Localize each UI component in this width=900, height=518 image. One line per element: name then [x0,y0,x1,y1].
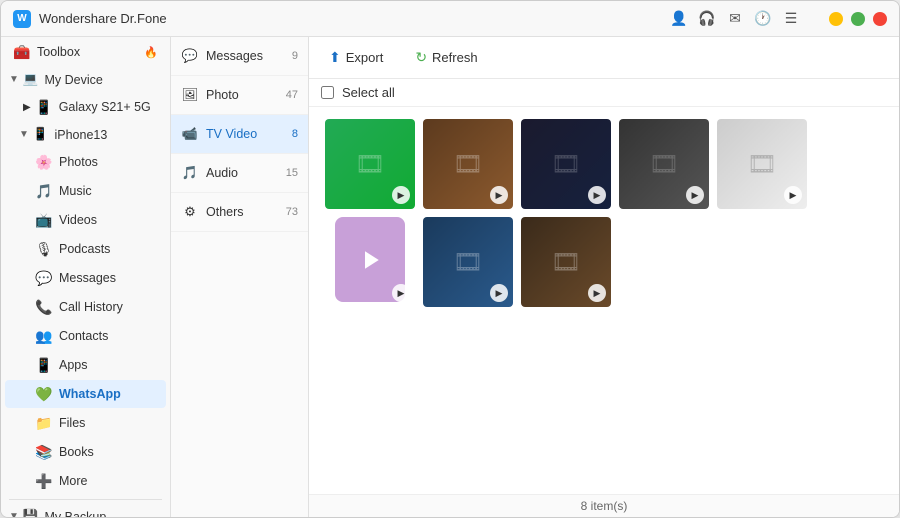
select-all-checkbox[interactable] [321,86,334,99]
iphone13-header[interactable]: ▼ 📱 iPhone13 [1,122,170,147]
video-thumb-5[interactable]: 🎞 ▶ [717,119,807,209]
toolbar: ⬆ Export ↻ Refresh [309,37,899,79]
galaxy-icon: 📱 [35,98,53,116]
play-btn-8[interactable]: ▶ [588,284,606,302]
sidebar-item-apps[interactable]: 📱 Apps [5,351,166,379]
video-thumb-4[interactable]: 🎞 ▶ [619,119,709,209]
history-icon[interactable]: 🕐 [753,9,773,29]
sidebar-item-music[interactable]: 🎵 Music [5,177,166,205]
middle-others-icon: ⚙ [181,203,199,221]
video-placeholder[interactable]: ▶ [325,217,415,307]
books-icon: 📚 [35,443,53,461]
toolbox-flame: 🔥 [144,46,158,59]
sidebar-item-more[interactable]: ➕ More [5,467,166,495]
play-btn-3[interactable]: ▶ [588,186,606,204]
app-logo: W [13,10,31,28]
right-panel: ⬆ Export ↻ Refresh Select all [309,37,899,517]
middle-tv-video-icon: 📹 [181,125,199,143]
sidebar-item-files[interactable]: 📁 Files [5,409,166,437]
play-btn-placeholder[interactable]: ▶ [392,284,410,302]
play-btn-5[interactable]: ▶ [784,186,802,204]
my-backup-arrow: ▼ [9,511,19,517]
profile-icon[interactable]: 👤 [669,9,689,29]
middle-panel: 💬 Messages 9 🖼 Photo 47 📹 TV Video 8 🎵 A… [171,37,309,517]
content-area: 🎞 ▶ 🎞 ▶ 🎞 ▶ [309,107,899,494]
my-device-arrow: ▼ [9,74,19,85]
middle-item-photo[interactable]: 🖼 Photo 47 [171,76,308,115]
iphone13-icon: 📱 [33,127,49,142]
maximize-button[interactable] [851,12,865,26]
menu-icon[interactable]: ☰ [781,9,801,29]
my-device-icon: 💻 [23,72,39,87]
middle-item-audio[interactable]: 🎵 Audio 15 [171,154,308,193]
headset-icon[interactable]: 🎧 [697,9,717,29]
video-thumb-7[interactable]: 🎞 ▶ [423,217,513,307]
middle-item-tv-video[interactable]: 📹 TV Video 8 [171,115,308,154]
play-btn-1[interactable]: ▶ [392,186,410,204]
middle-audio-icon: 🎵 [181,164,199,182]
play-btn-4[interactable]: ▶ [686,186,704,204]
my-backup-icon: 💾 [23,509,39,517]
window-controls: 👤 🎧 ✉ 🕐 ☰ [669,9,887,29]
toolbox-icon: 🧰 [13,43,31,61]
sidebar-item-call-history[interactable]: 📞 Call History [5,293,166,321]
title-bar: W Wondershare Dr.Fone 👤 🎧 ✉ 🕐 ☰ [1,1,899,37]
music-icon: 🎵 [35,182,53,200]
middle-photo-icon: 🖼 [181,86,199,104]
apps-icon: 📱 [35,356,53,374]
sidebar-item-toolbox[interactable]: 🧰 Toolbox 🔥 [5,38,166,66]
refresh-icon: ↻ [415,49,427,66]
sidebar-item-contacts[interactable]: 👥 Contacts [5,322,166,350]
status-bar: 8 item(s) [309,494,899,517]
files-icon: 📁 [35,414,53,432]
play-btn-7[interactable]: ▶ [490,284,508,302]
middle-messages-icon: 💬 [181,47,199,65]
play-btn-2[interactable]: ▶ [490,186,508,204]
sidebar-item-galaxy[interactable]: ▶ 📱 Galaxy S21+ 5G [5,93,166,121]
call-history-icon: 📞 [35,298,53,316]
export-button[interactable]: ⬆ Export [321,45,391,70]
my-backup-header[interactable]: ▼ 💾 My Backup [1,504,170,517]
galaxy-arrow: ▶ [23,102,31,113]
video-thumb-2[interactable]: 🎞 ▶ [423,119,513,209]
iphone13-arrow: ▼ [19,129,29,140]
sidebar: 🧰 Toolbox 🔥 ▼ 💻 My Device ▶ 📱 Galaxy S21… [1,37,171,517]
refresh-button[interactable]: ↻ Refresh [407,45,485,70]
videos-icon: 📺 [35,211,53,229]
video-grid: 🎞 ▶ 🎞 ▶ 🎞 ▶ [325,119,883,307]
select-bar: Select all [309,79,899,107]
sidebar-item-whatsapp[interactable]: 💚 WhatsApp [5,380,166,408]
app-title: Wondershare Dr.Fone [39,11,669,26]
sidebar-item-messages[interactable]: 💬 Messages [5,264,166,292]
my-device-header[interactable]: ▼ 💻 My Device [1,67,170,92]
video-thumb-3[interactable]: 🎞 ▶ [521,119,611,209]
sidebar-item-books[interactable]: 📚 Books [5,438,166,466]
export-icon: ⬆ [329,49,341,66]
minimize-button[interactable] [829,12,843,26]
close-button[interactable] [873,12,887,26]
middle-item-messages[interactable]: 💬 Messages 9 [171,37,308,76]
video-thumb-1[interactable]: 🎞 ▶ [325,119,415,209]
whatsapp-icon: 💚 [35,385,53,403]
more-icon: ➕ [35,472,53,490]
contacts-icon: 👥 [35,327,53,345]
sidebar-item-photos[interactable]: 🌸 Photos [5,148,166,176]
podcasts-icon: 🎙 [35,240,53,258]
select-all-label[interactable]: Select all [342,85,395,100]
sidebar-item-podcasts[interactable]: 🎙 Podcasts [5,235,166,263]
photos-icon: 🌸 [35,153,53,171]
mail-icon[interactable]: ✉ [725,9,745,29]
middle-item-others[interactable]: ⚙ Others 73 [171,193,308,232]
video-thumb-8[interactable]: 🎞 ▶ [521,217,611,307]
sidebar-item-videos[interactable]: 📺 Videos [5,206,166,234]
messages-icon: 💬 [35,269,53,287]
